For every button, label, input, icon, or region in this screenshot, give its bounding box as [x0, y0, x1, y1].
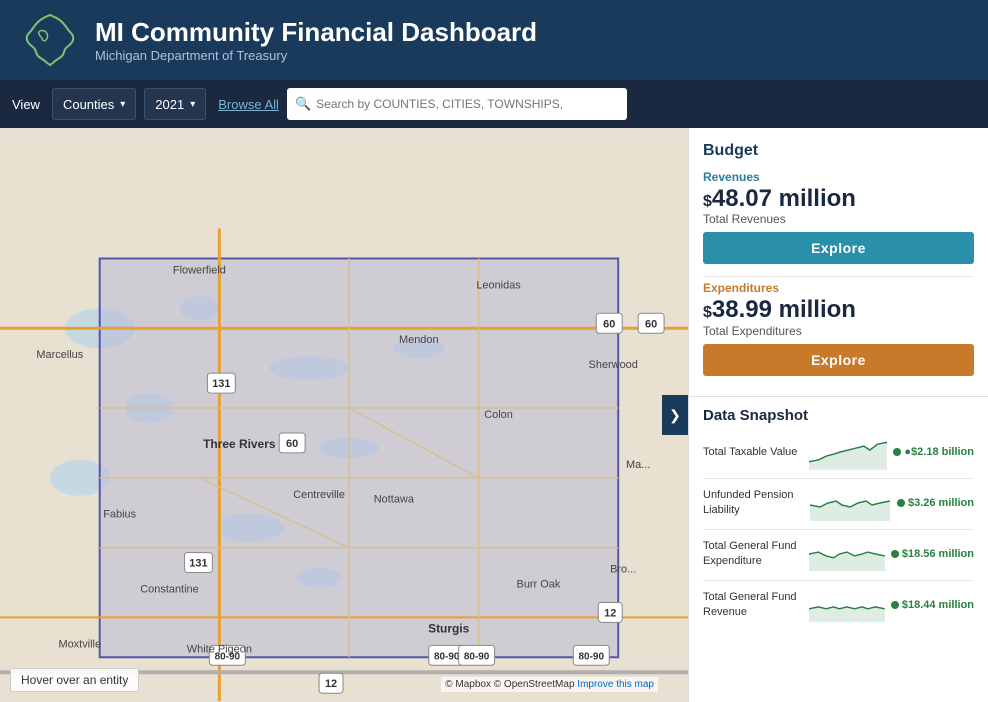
search-input[interactable] [316, 97, 619, 111]
svg-text:Sturgis: Sturgis [428, 621, 470, 635]
svg-text:Mendon: Mendon [399, 334, 439, 346]
chevron-down-icon: ▾ [120, 99, 125, 110]
view-label: View [12, 97, 40, 112]
michigan-logo [20, 10, 80, 70]
svg-text:Leonidas: Leonidas [476, 279, 521, 291]
snapshot-row-pension: Unfunded Pension Liability $3.26 million [703, 483, 974, 523]
app-subtitle: Michigan Department of Treasury [95, 48, 537, 63]
search-box: 🔍 [287, 88, 627, 120]
svg-text:80-90: 80-90 [579, 651, 605, 662]
expenditure-explore-button[interactable]: Explore [703, 344, 974, 376]
snapshot-value-pension: $3.26 million [897, 497, 974, 509]
chevron-down-icon: ▾ [190, 99, 195, 110]
expenditure-value: $38.99 million [703, 297, 974, 323]
svg-text:Marcellus: Marcellus [36, 349, 83, 361]
snapshot-value-expenditure: $18.56 million [891, 548, 974, 560]
general-expenditure-chart [809, 536, 885, 572]
snapshot-label-pension: Unfunded Pension Liability [703, 488, 803, 517]
chevron-right-icon: ❯ [669, 407, 681, 424]
svg-text:Flowerfield: Flowerfield [173, 264, 226, 276]
entity-type-dropdown[interactable]: Counties ▾ [52, 88, 136, 120]
taxable-value-chart [809, 434, 887, 470]
map-expand-button[interactable]: ❯ [662, 395, 688, 435]
svg-text:Sherwood: Sherwood [589, 359, 638, 371]
svg-text:Moxtville: Moxtville [58, 638, 101, 650]
entity-type-value: Counties [63, 97, 114, 112]
svg-text:80-90: 80-90 [434, 651, 460, 662]
divider [703, 276, 974, 277]
svg-text:Centreville: Centreville [293, 489, 345, 501]
svg-text:12: 12 [325, 678, 337, 690]
map: 60 60 131 131 60 12 12 80-90 80-90 80-90… [0, 128, 688, 702]
revenue-card: Revenues $48.07 million Total Revenues E… [703, 170, 974, 264]
revenue-label: Revenues [703, 170, 974, 184]
pension-chart [809, 485, 891, 521]
revenue-description: Total Revenues [703, 212, 974, 226]
snapshot-row-revenue: Total General Fund Revenue $18.44 millio… [703, 585, 974, 625]
svg-text:Three Rivers: Three Rivers [203, 437, 276, 451]
year-dropdown[interactable]: 2021 ▾ [144, 88, 206, 120]
browse-all-link[interactable]: Browse All [218, 97, 279, 112]
snapshot-value-revenue: $18.44 million [891, 599, 974, 611]
snapshot-row-taxable: Total Taxable Value ●$2.18 billion [703, 432, 974, 472]
revenue-value: $48.07 million [703, 186, 974, 212]
revenue-explore-button[interactable]: Explore [703, 232, 974, 264]
expenditure-description: Total Expenditures [703, 324, 974, 338]
snapshot-value-taxable: ●$2.18 billion [893, 446, 974, 458]
header: MI Community Financial Dashboard Michiga… [0, 0, 988, 80]
year-value: 2021 [155, 97, 184, 112]
general-revenue-chart [809, 587, 885, 623]
budget-title: Budget [703, 142, 974, 160]
snapshot-label-revenue: Total General Fund Revenue [703, 590, 803, 619]
header-text: MI Community Financial Dashboard Michiga… [95, 17, 537, 63]
svg-text:131: 131 [189, 558, 207, 570]
toolbar: View Counties ▾ 2021 ▾ Browse All 🔍 [0, 80, 988, 128]
divider [703, 478, 974, 479]
snapshot-section: Data Snapshot Total Taxable Value ●$2.18… [689, 396, 988, 641]
expenditure-card: Expenditures $38.99 million Total Expend… [703, 281, 974, 375]
svg-text:Nottawa: Nottawa [374, 494, 415, 506]
improve-map-link[interactable]: Improve this map [577, 679, 654, 690]
snapshot-label-expenditure: Total General Fund Expenditure [703, 539, 803, 568]
right-panel: Budget Revenues $48.07 million Total Rev… [688, 128, 988, 702]
svg-text:Burr Oak: Burr Oak [517, 578, 561, 590]
snapshot-row-expenditure: Total General Fund Expenditure $18.56 mi… [703, 534, 974, 574]
budget-section: Budget Revenues $48.07 million Total Rev… [689, 128, 988, 396]
hover-label: Hover over an entity [10, 668, 139, 692]
svg-text:Ma...: Ma... [626, 459, 650, 471]
svg-text:60: 60 [645, 318, 657, 330]
svg-text:Fabius: Fabius [103, 509, 136, 521]
map-attribution: © Mapbox © OpenStreetMap Improve this ma… [441, 677, 658, 692]
map-area: 60 60 131 131 60 12 12 80-90 80-90 80-90… [0, 128, 688, 702]
divider [703, 580, 974, 581]
snapshot-title: Data Snapshot [703, 407, 974, 424]
divider [703, 529, 974, 530]
app-title: MI Community Financial Dashboard [95, 17, 537, 48]
main-content: 60 60 131 131 60 12 12 80-90 80-90 80-90… [0, 128, 988, 702]
svg-text:60: 60 [603, 318, 615, 330]
svg-text:Bro...: Bro... [610, 564, 636, 576]
svg-text:Constantine: Constantine [140, 583, 198, 595]
expenditure-label: Expenditures [703, 281, 974, 295]
svg-text:Colon: Colon [484, 409, 513, 421]
svg-text:131: 131 [212, 378, 230, 390]
search-icon: 🔍 [295, 96, 311, 112]
snapshot-label-taxable: Total Taxable Value [703, 445, 803, 459]
svg-text:White Pigeon: White Pigeon [187, 643, 252, 655]
svg-text:80-90: 80-90 [464, 651, 490, 662]
svg-text:60: 60 [286, 438, 298, 450]
svg-text:12: 12 [604, 607, 616, 619]
